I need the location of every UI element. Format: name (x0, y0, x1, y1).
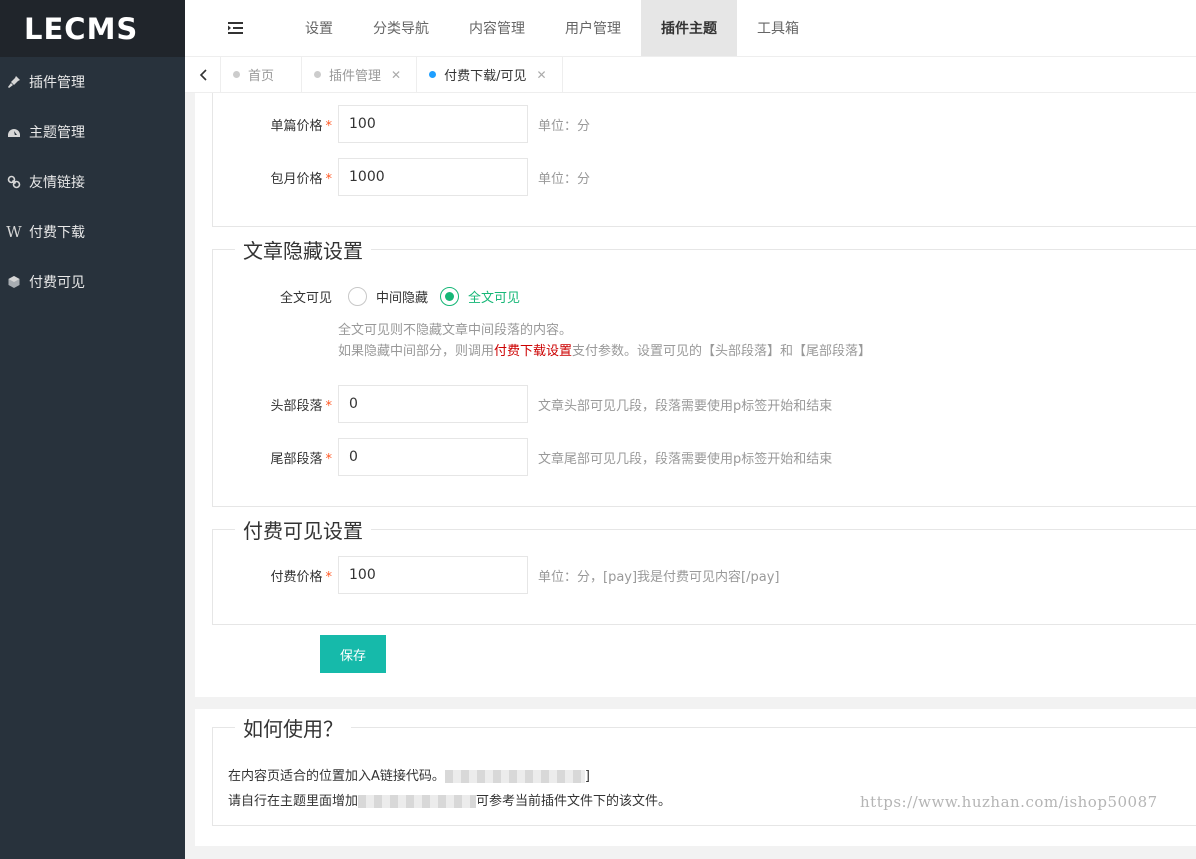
sidebar-item-label: 友情链接 (29, 175, 85, 191)
save-button[interactable]: 保存 (320, 635, 386, 673)
paid-price-input[interactable]: 100 (338, 556, 528, 594)
required-star: * (325, 569, 333, 585)
close-icon[interactable]: ✕ (391, 68, 401, 82)
logo[interactable]: LECMS (0, 0, 185, 57)
sidebar-item-label: 付费下载 (29, 225, 85, 241)
sidebar-item-label: 主题管理 (29, 125, 85, 141)
sidebar-item-paid-visible[interactable]: 付费可见 (0, 257, 185, 307)
paid-visible-title: 付费可见设置 (243, 519, 363, 543)
paid-price-row: 付费价格 * 100 单位：分，[pay]我是付费可见内容[/pay] (213, 556, 780, 594)
menu-toggle-icon[interactable] (185, 0, 285, 56)
tab-label: 付费下载/可见 (444, 69, 527, 84)
head-paragraph-label: 头部段落 (270, 398, 323, 414)
head-paragraph-input[interactable]: 0 (338, 385, 528, 423)
tail-paragraph-input[interactable]: 0 (338, 438, 528, 476)
tab-home[interactable]: 首页 (221, 57, 303, 92)
hide-settings-title: 文章隐藏设置 (243, 239, 363, 263)
nav-category[interactable]: 分类导航 (353, 0, 449, 56)
wordpress-icon: W (6, 223, 22, 241)
chevron-left-icon[interactable] (185, 57, 221, 92)
required-star: * (325, 398, 333, 414)
usage-line-2: 请自行在主题里面增加 可参考当前插件文件下的该文件。 (228, 794, 672, 809)
dashboard-icon (6, 124, 22, 140)
single-price-row: 单篇价格 * 100 单位：分 (213, 105, 590, 143)
top-nav: 设置 分类导航 内容管理 用户管理 插件主题 工具箱 (185, 0, 1196, 57)
nav-toolbox[interactable]: 工具箱 (737, 0, 819, 56)
tab-plugin-manage[interactable]: 插件管理 ✕ (302, 57, 418, 92)
tab-paid-download-visible[interactable]: 付费下载/可见 ✕ (417, 57, 563, 92)
radio-circle (348, 286, 367, 306)
watermark: https://www.huzhan.com/ishop50087 (860, 793, 1158, 811)
sidebar-item-plugins[interactable]: 插件管理 (0, 57, 185, 107)
redacted-code (358, 795, 477, 808)
paid-price-hint: 单位：分，[pay]我是付费可见内容[/pay] (538, 569, 780, 585)
sidebar-item-paid-download[interactable]: W 付费下载 (0, 207, 185, 257)
sidebar-item-themes[interactable]: 主题管理 (0, 107, 185, 157)
required-star: * (325, 451, 333, 467)
main-content: 单篇价格 * 100 单位：分 包月价格 * 1000 单位：分 文章隐藏设置 全文… (185, 93, 1196, 859)
nav-users[interactable]: 用户管理 (545, 0, 641, 56)
desc-line2: 如果隐藏中间部分，则调用付费下载设置支付参数。设置可见的【头部段落】和【尾部段落… (338, 344, 872, 359)
single-price-label: 单篇价格 (270, 118, 323, 134)
radio-full-visible[interactable]: 全文可见 (440, 286, 521, 306)
radio-label: 中间隐藏 (376, 290, 429, 306)
tab-dot (314, 71, 322, 78)
monthly-price-input[interactable]: 1000 (338, 158, 528, 196)
usage-line-1: 在内容页适合的位置加入A链接代码。] (228, 769, 590, 784)
tab-label: 插件管理 (329, 69, 382, 84)
tail-paragraph-label: 尾部段落 (270, 451, 323, 467)
settings-card: 单篇价格 * 100 单位：分 包月价格 * 1000 单位：分 文章隐藏设置 全文… (195, 93, 1196, 697)
radio-label: 全文可见 (468, 290, 521, 306)
paid-download-settings-link[interactable]: 付费下载设置 (494, 344, 572, 359)
head-paragraph-row: 头部段落 * 0 文章头部可见几段，段落需要使用p标签开始和结束 (213, 385, 832, 423)
sidebar-item-label: 付费可见 (29, 275, 85, 291)
tab-dot (233, 71, 240, 78)
required-star: * (325, 171, 333, 187)
paid-price-label: 付费价格 (270, 569, 323, 585)
monthly-price-row: 包月价格 * 1000 单位：分 (213, 158, 590, 196)
plug-icon (6, 74, 22, 90)
usage-title: 如何使用？ (243, 717, 343, 741)
nav-content[interactable]: 内容管理 (449, 0, 545, 56)
monthly-price-label: 包月价格 (270, 171, 323, 187)
sidebar: LECMS 插件管理 主题管理 友情链接 W 付费下载 付费可见 (0, 0, 185, 859)
head-paragraph-hint: 文章头部可见几段，段落需要使用p标签开始和结束 (538, 398, 833, 414)
tab-bar: 首页 插件管理 ✕ 付费下载/可见 ✕ (185, 57, 1196, 93)
fulltext-label: 全文可见 (279, 290, 332, 306)
single-price-hint: 单位：分 (538, 118, 591, 134)
fulltext-row: 全文可见 中间隐藏 全文可见 (213, 277, 532, 315)
sidebar-item-links[interactable]: 友情链接 (0, 157, 185, 207)
radio-middle-hide[interactable]: 中间隐藏 (348, 286, 429, 306)
sidebar-item-label: 插件管理 (29, 75, 85, 91)
nav-plugins-themes[interactable]: 插件主题 (641, 0, 737, 56)
tab-dot (429, 71, 437, 78)
link-icon (6, 174, 22, 190)
required-star: * (325, 118, 333, 134)
nav-settings[interactable]: 设置 (285, 0, 353, 56)
close-icon[interactable]: ✕ (536, 68, 546, 82)
hide-description: 全文可见则不隐藏文章中间段落的内容。 如果隐藏中间部分，则调用付费下载设置支付参… (338, 320, 871, 362)
usage-card: 如何使用？ 在内容页适合的位置加入A链接代码。] 请自行在主题里面增加 可参考当前… (195, 709, 1196, 846)
tab-label: 首页 (248, 69, 275, 84)
logo-text: LECMS (24, 11, 139, 46)
cube-icon (6, 274, 22, 290)
desc-line1: 全文可见则不隐藏文章中间段落的内容。 (338, 323, 573, 338)
tail-paragraph-row: 尾部段落 * 0 文章尾部可见几段，段落需要使用p标签开始和结束 (213, 438, 832, 476)
monthly-price-hint: 单位：分 (538, 171, 591, 187)
redacted-code (444, 770, 585, 783)
tail-paragraph-hint: 文章尾部可见几段，段落需要使用p标签开始和结束 (538, 451, 833, 467)
single-price-input[interactable]: 100 (338, 105, 528, 143)
radio-circle (440, 286, 460, 306)
